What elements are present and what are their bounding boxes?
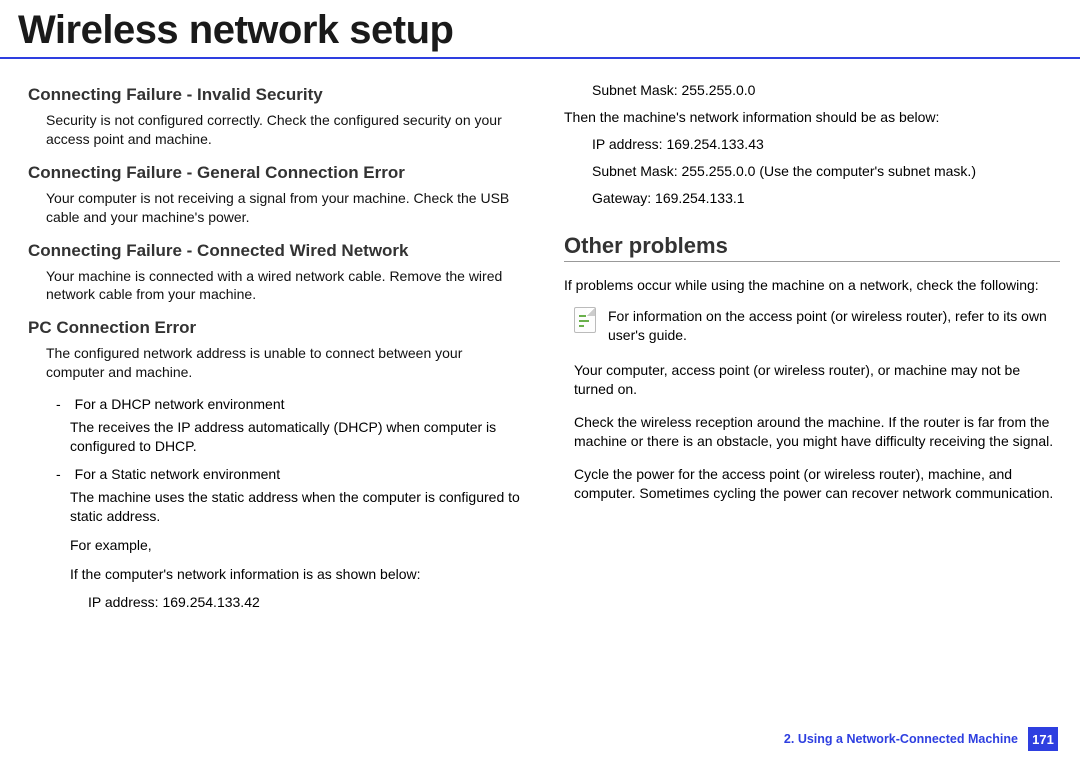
para-static-detail: The machine uses the static address when… [70,488,524,526]
list-item: - For a Static network environment [56,466,524,482]
content-columns: Connecting Failure - Invalid Security Se… [0,77,1080,620]
footer-chapter: 2. Using a Network-Connected Machine [784,732,1018,746]
bullet-text-reception: Check the wireless reception around the … [574,413,1060,451]
value-subnet-mask-machine: Subnet Mask: 255.255.0.0 (Use the comput… [592,162,1060,181]
heading-other-problems: Other problems [564,233,1060,259]
list-text-dhcp: For a DHCP network environment [75,396,524,412]
note-block: For information on the access point (or … [574,307,1060,345]
left-column: Connecting Failure - Invalid Security Se… [28,77,524,620]
para-connected-wired: Your machine is connected with a wired n… [46,267,524,305]
list-text-static: For a Static network environment [75,466,524,482]
heading-pc-connection-error: PC Connection Error [28,318,524,338]
heading-general-conn-error: Connecting Failure - General Connection … [28,163,524,183]
title-divider [0,57,1080,59]
bullet-text-turned-on: Your computer, access point (or wireless… [574,361,1060,399]
section-divider [564,261,1060,262]
bullet-text-cycle-power: Cycle the power for the access point (or… [574,465,1060,503]
bullet-item: Your computer, access point (or wireless… [574,361,1060,399]
note-text: For information on the access point (or … [608,307,1060,345]
heading-invalid-security: Connecting Failure - Invalid Security [28,85,524,105]
value-ip-address-machine: IP address: 169.254.133.43 [592,135,1060,154]
dash-bullet: - [56,466,61,482]
right-column: Subnet Mask: 255.255.0.0 Then the machin… [564,77,1060,620]
bullet-item: Check the wireless reception around the … [574,413,1060,451]
para-if-computer: If the computer's network information is… [70,565,524,584]
para-for-example: For example, [70,536,524,555]
para-general-conn-error: Your computer is not receiving a signal … [46,189,524,227]
dash-list: - For a DHCP network environment [56,396,524,412]
heading-connected-wired: Connecting Failure - Connected Wired Net… [28,241,524,261]
dash-list: - For a Static network environment [56,466,524,482]
page-number: 171 [1028,727,1058,751]
dash-bullet: - [56,396,61,412]
value-gateway: Gateway: 169.254.133.1 [592,189,1060,208]
value-subnet-mask-computer: Subnet Mask: 255.255.0.0 [592,81,1060,100]
para-dhcp-detail: The receives the IP address automaticall… [70,418,524,456]
note-icon [574,307,596,333]
para-invalid-security: Security is not configured correctly. Ch… [46,111,524,149]
page-footer: 2. Using a Network-Connected Machine 171 [784,727,1058,751]
para-then-machine: Then the machine's network information s… [564,108,1060,127]
list-item: - For a DHCP network environment [56,396,524,412]
value-ip-address-computer: IP address: 169.254.133.42 [88,593,524,612]
para-pc-connection-error: The configured network address is unable… [46,344,524,382]
page-title: Wireless network setup [0,0,1080,57]
bullet-item: Cycle the power for the access point (or… [574,465,1060,503]
para-other-intro: If problems occur while using the machin… [564,276,1060,295]
